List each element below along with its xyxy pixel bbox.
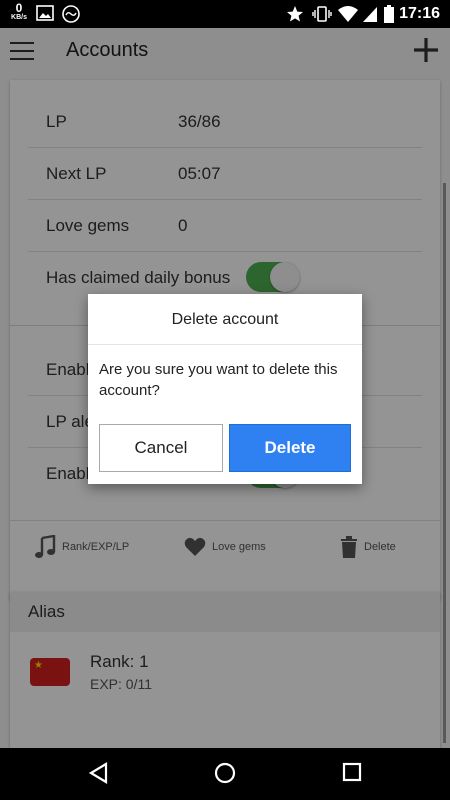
status-time: 17:16 xyxy=(399,5,440,22)
navigation-bar xyxy=(0,748,450,800)
star-icon xyxy=(287,6,303,22)
cancel-button[interactable]: Cancel xyxy=(99,424,223,472)
network-speed-unit: KB/s xyxy=(11,14,27,21)
home-icon[interactable] xyxy=(214,762,236,784)
delete-account-dialog: Delete account Are you sure you want to … xyxy=(88,294,362,484)
dialog-message: Are you sure you want to delete this acc… xyxy=(99,361,338,399)
battery-icon xyxy=(384,5,394,23)
cloud-icon xyxy=(62,5,80,23)
confirm-delete-button[interactable]: Delete xyxy=(229,424,351,472)
vibrate-icon xyxy=(312,6,332,22)
image-icon xyxy=(36,5,54,21)
wifi-icon xyxy=(338,6,358,22)
signal-icon xyxy=(363,7,377,22)
dialog-title: Delete account xyxy=(171,311,279,328)
recents-icon[interactable] xyxy=(342,762,362,782)
network-speed-value: 0 xyxy=(15,1,23,15)
network-speed: 0 KB/s xyxy=(8,2,30,21)
back-icon[interactable] xyxy=(88,762,108,784)
status-bar: 0 KB/s 17:16 xyxy=(0,0,450,28)
dialog-divider xyxy=(88,344,362,345)
